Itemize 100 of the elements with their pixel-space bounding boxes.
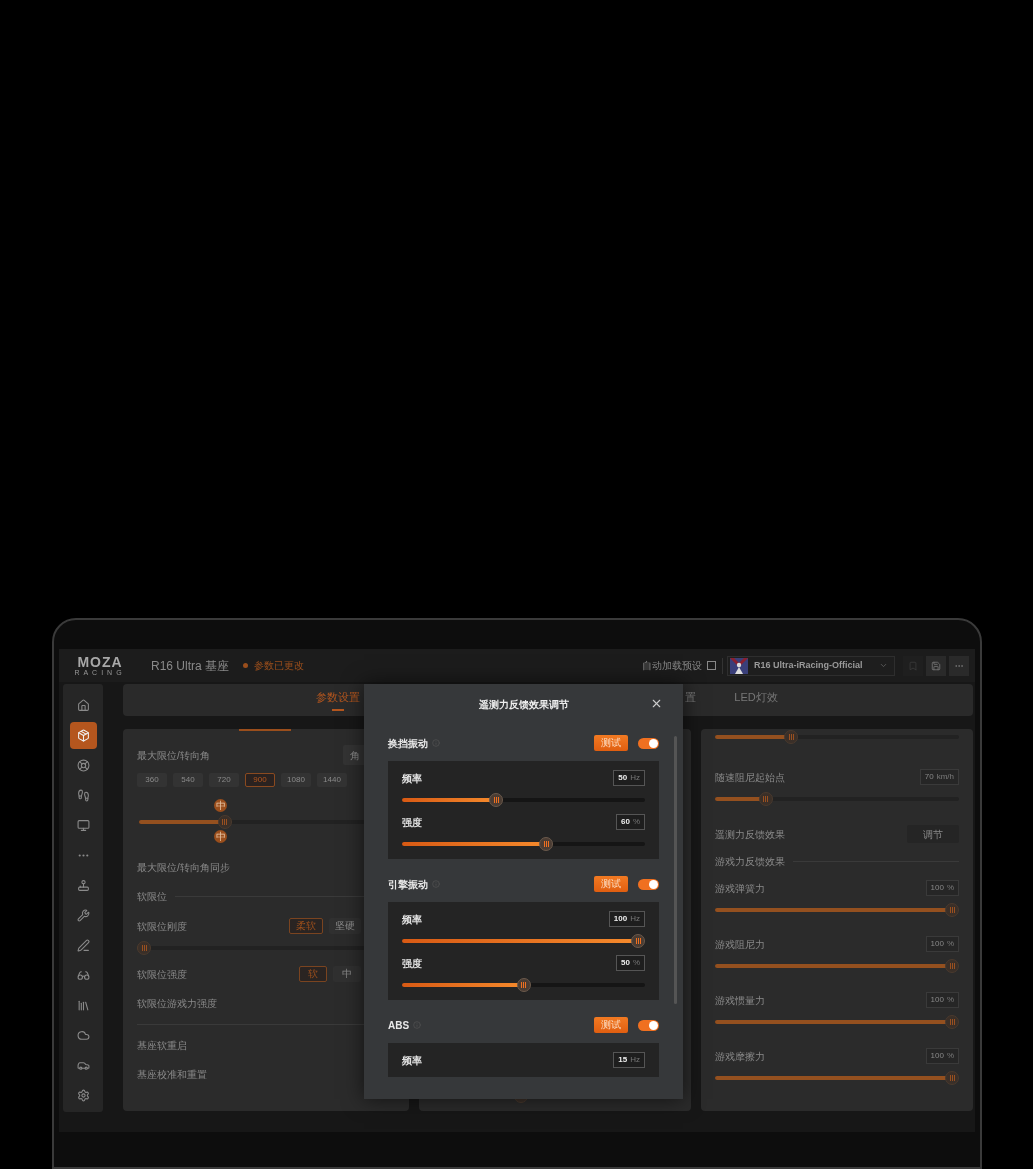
setting-label: 最大限位/转向角同步 bbox=[137, 861, 230, 875]
slider[interactable] bbox=[715, 1015, 959, 1029]
param-label: 强度 bbox=[402, 815, 422, 830]
value-field[interactable]: 50 Hz bbox=[613, 770, 645, 786]
pen-icon bbox=[76, 939, 90, 952]
slider-thumb[interactable] bbox=[137, 941, 151, 955]
param-label: 频率 bbox=[402, 1053, 422, 1068]
slider-thumb[interactable] bbox=[945, 959, 959, 973]
setting-label: 软限位游戏力强度 bbox=[137, 997, 217, 1011]
footprints-icon bbox=[76, 789, 90, 802]
preset-name: R16 Ultra-iRacing-Official bbox=[754, 658, 864, 672]
wrench-icon bbox=[76, 909, 90, 922]
car-icon bbox=[76, 1059, 90, 1072]
logo-icon bbox=[730, 657, 748, 674]
brand-logo: MOZA bbox=[77, 655, 123, 669]
setting-label: 游戏摩擦力 bbox=[715, 1049, 765, 1064]
setting-label: 游戏阻尼力 bbox=[715, 937, 765, 952]
preset-dropdown[interactable]: R16 Ultra-iRacing-Official bbox=[727, 655, 895, 676]
slider-thumb[interactable] bbox=[489, 793, 503, 807]
setting-label: 游戏惯量力 bbox=[715, 993, 765, 1008]
ring-icon bbox=[76, 759, 90, 772]
value-field[interactable]: 100 Hz bbox=[608, 911, 645, 927]
toggle-switch[interactable] bbox=[638, 737, 659, 749]
value-field[interactable]: 100 % bbox=[925, 992, 959, 1008]
joystick-icon bbox=[76, 879, 90, 892]
angle-preset[interactable]: 1440 bbox=[317, 773, 347, 787]
slider-thumb[interactable] bbox=[945, 1071, 959, 1085]
toggle-switch[interactable] bbox=[638, 878, 659, 890]
slider-thumb[interactable] bbox=[945, 903, 959, 917]
close-icon[interactable] bbox=[650, 697, 663, 710]
angle-preset[interactable]: 900 bbox=[245, 773, 275, 787]
tab-indicator bbox=[239, 729, 291, 731]
settings-icon bbox=[76, 1089, 90, 1102]
setting-label: 遥测力反馈效果 bbox=[715, 827, 785, 842]
slider-thumb[interactable] bbox=[758, 792, 773, 806]
setting-label: 基座软重启 bbox=[137, 1039, 187, 1053]
auto-load-checkbox[interactable] bbox=[707, 661, 716, 670]
value-field[interactable]: 15 Hz bbox=[613, 1052, 645, 1068]
more-button[interactable] bbox=[949, 655, 969, 676]
glasses-icon bbox=[76, 969, 90, 982]
setting-label: 软限位强度 bbox=[137, 967, 187, 982]
section-heading: 软限位 bbox=[137, 890, 167, 904]
setting-label: 基座校准和重置 bbox=[137, 1068, 207, 1082]
package-icon bbox=[76, 729, 90, 742]
slider-thumb[interactable] bbox=[631, 934, 645, 948]
value-field[interactable]: 70 km/h bbox=[919, 769, 959, 785]
param-label: 强度 bbox=[402, 956, 422, 971]
range-marker[interactable]: 中 bbox=[214, 799, 228, 812]
value-field[interactable]: 100 % bbox=[925, 936, 959, 952]
section-title: ABS bbox=[388, 1018, 410, 1033]
slider[interactable] bbox=[402, 793, 645, 807]
cloud-icon bbox=[76, 1029, 90, 1042]
range-marker[interactable]: 中 bbox=[214, 830, 228, 843]
slider[interactable] bbox=[715, 730, 959, 744]
slider[interactable] bbox=[402, 934, 645, 948]
slider-thumb[interactable] bbox=[784, 730, 798, 744]
angle-preset[interactable]: 720 bbox=[209, 773, 239, 787]
slider[interactable] bbox=[715, 792, 959, 806]
slider[interactable] bbox=[402, 978, 645, 992]
value-field[interactable]: 100 % bbox=[925, 1048, 959, 1064]
slider-thumb[interactable] bbox=[945, 1015, 959, 1029]
value-field[interactable]: 50 % bbox=[615, 955, 645, 971]
device-title: R16 Ultra 基座 bbox=[151, 657, 230, 675]
test-button[interactable]: 测试 bbox=[594, 876, 628, 892]
tab[interactable]: 置 bbox=[675, 684, 705, 716]
section-title: 换挡振动 bbox=[388, 736, 428, 751]
tab[interactable]: LED灯效 bbox=[716, 684, 796, 716]
setting-label: 游戏弹簧力 bbox=[715, 881, 765, 896]
param-label: 频率 bbox=[402, 912, 422, 927]
setting-label: 随速阻尼起始点 bbox=[715, 770, 785, 785]
option-button[interactable]: 坚硬 bbox=[329, 918, 361, 934]
slider[interactable] bbox=[715, 1071, 959, 1085]
sidebar-item[interactable] bbox=[69, 722, 97, 749]
slider-thumb[interactable] bbox=[217, 815, 232, 829]
caret-icon bbox=[879, 661, 888, 670]
angle-preset[interactable]: 540 bbox=[173, 773, 203, 787]
adjust-button[interactable]: 调节 bbox=[907, 825, 959, 843]
status-text: 参数已更改 bbox=[254, 659, 305, 673]
slider[interactable] bbox=[715, 903, 959, 917]
angle-preset[interactable]: 360 bbox=[137, 773, 167, 787]
angle-preset[interactable]: 1080 bbox=[281, 773, 311, 787]
slider[interactable] bbox=[715, 959, 959, 973]
test-button[interactable]: 测试 bbox=[594, 735, 628, 751]
setting-label: 最大限位/转向角 bbox=[137, 748, 210, 763]
setting-label: 软限位刚度 bbox=[137, 919, 187, 934]
value-field[interactable]: 60 % bbox=[615, 814, 645, 830]
option-button[interactable]: 柔软 bbox=[289, 918, 323, 934]
test-button[interactable]: 测试 bbox=[594, 1017, 628, 1033]
save-button[interactable] bbox=[926, 655, 946, 676]
books-icon bbox=[76, 999, 90, 1012]
param-label: 频率 bbox=[402, 771, 422, 786]
toggle-switch[interactable] bbox=[638, 1019, 659, 1031]
slider-thumb[interactable] bbox=[539, 837, 554, 851]
option-button[interactable]: 软 bbox=[299, 966, 327, 982]
slider[interactable] bbox=[402, 837, 645, 851]
slider-thumb[interactable] bbox=[516, 978, 531, 992]
tab[interactable]: 参数设置 bbox=[293, 684, 383, 716]
option-button[interactable]: 中 bbox=[333, 966, 361, 982]
value-field[interactable]: 100 % bbox=[925, 880, 959, 896]
dialog-title: 遥测力反馈效果调节 bbox=[478, 697, 569, 712]
